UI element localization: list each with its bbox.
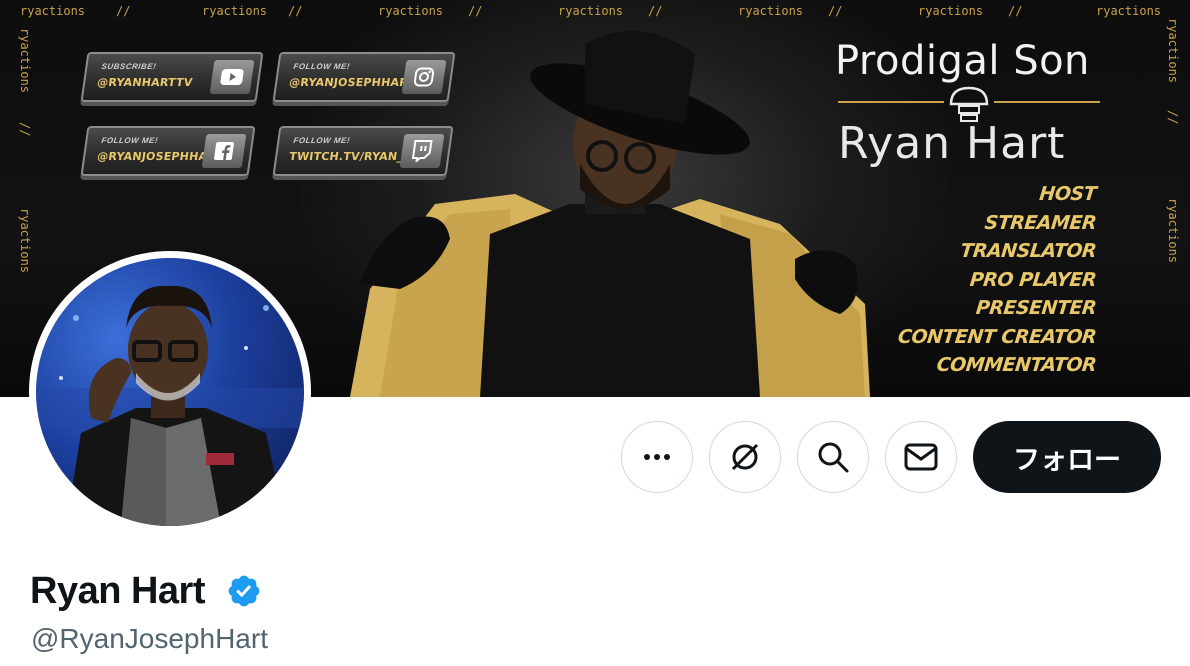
watermark-separator: //: [1008, 4, 1023, 18]
search-button[interactable]: [797, 421, 869, 493]
avatar-portrait-illustration: [36, 285, 304, 526]
social-plate-facebook: FOLLOW ME! @RYANJOSEPHHART: [80, 126, 256, 176]
watermark-separator: //: [116, 4, 131, 18]
watermark-vertical-separator: //: [1166, 110, 1180, 125]
profile-handle: @RyanJosephHart: [31, 623, 268, 654]
banner-title-main: Ryan Hart: [838, 118, 1066, 169]
role-item: STREAMER: [983, 211, 1098, 234]
facebook-icon: [201, 134, 247, 168]
banner-portrait-illustration: [350, 31, 870, 397]
message-button[interactable]: [885, 421, 957, 493]
youtube-icon: [209, 60, 255, 94]
title-divider-left: [838, 101, 944, 103]
role-item: TRANSLATOR: [959, 240, 1098, 262]
watermark-vertical-left: ryactions: [18, 208, 32, 274]
role-item: CONTENT CREATOR: [896, 325, 1098, 348]
watermark-vertical-right: ryactions: [1166, 198, 1180, 264]
watermark-text: ryactions: [20, 4, 86, 18]
profile-avatar[interactable]: [29, 251, 311, 533]
avatar-photo: [36, 258, 304, 526]
profile-display-name: Ryan Hart: [30, 570, 206, 612]
banner-title-top: Prodigal Son: [835, 38, 1090, 84]
role-item: COMMENTATOR: [935, 354, 1098, 376]
role-item: PRO PLAYER: [968, 268, 1098, 291]
grok-button[interactable]: [709, 421, 781, 493]
banner-roles-list: HOST STREAMER TRANSLATOR PRO PLAYER PRES…: [896, 180, 1098, 380]
watermark-text: ryactions: [1096, 4, 1162, 18]
social-plate-youtube: SUBSCRIBE! @RYANHARTTV: [80, 52, 264, 102]
search-icon: [818, 442, 849, 473]
follow-button[interactable]: フォロー: [973, 421, 1161, 493]
role-item: PRESENTER: [974, 297, 1098, 319]
watermark-separator: //: [288, 4, 303, 18]
watermark-vertical-separator: //: [18, 122, 32, 137]
watermark-vertical-right: ryactions: [1166, 18, 1180, 84]
grok-icon: [731, 443, 759, 471]
watermark-vertical-left: ryactions: [18, 28, 32, 94]
watermark-text: ryactions: [918, 4, 984, 18]
verified-badge-icon[interactable]: [226, 573, 262, 609]
role-item: HOST: [1038, 183, 1098, 205]
plate-handle: @RYANHARTTV: [96, 76, 194, 89]
more-button[interactable]: [621, 421, 693, 493]
envelope-icon: [904, 443, 938, 471]
title-divider-right: [994, 101, 1100, 103]
plate-caption: SUBSCRIBE!: [100, 62, 157, 71]
plate-caption: FOLLOW ME!: [100, 136, 159, 145]
more-dots-icon: [644, 454, 670, 460]
watermark-text: ryactions: [202, 4, 268, 18]
